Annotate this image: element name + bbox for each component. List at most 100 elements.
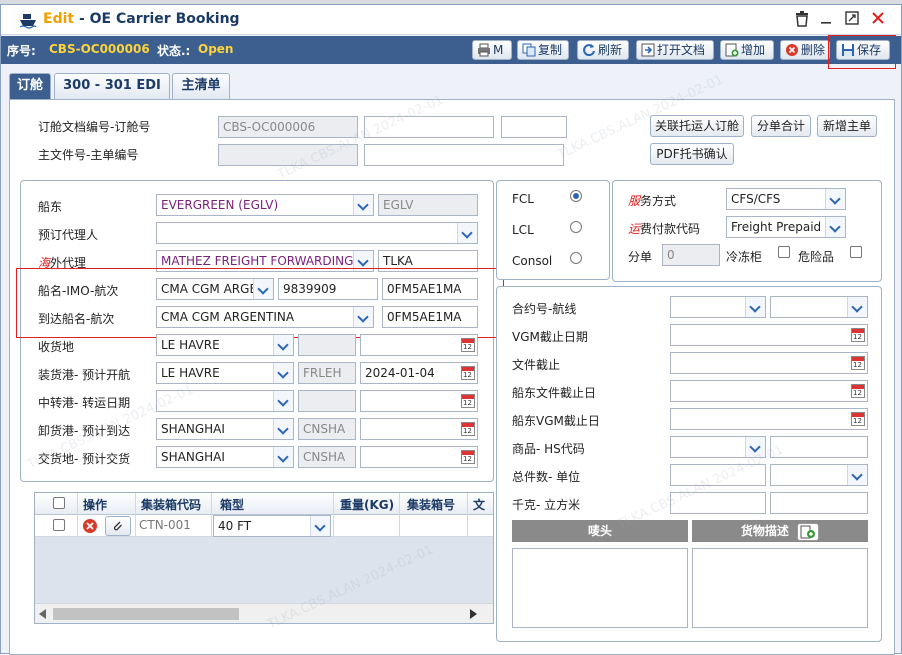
arrival-voyage-field[interactable]: 0FM5AE1MA: [382, 306, 478, 328]
split-count-field[interactable]: 0: [662, 244, 720, 266]
pod-code-field[interactable]: CNSHA: [298, 418, 356, 440]
container-code-cell: CTN-001: [139, 518, 191, 532]
link-shipper-booking-button[interactable]: 关联托运人订舱: [650, 115, 744, 137]
split-sum-button[interactable]: 分单合计: [751, 115, 811, 137]
container-type-select[interactable]: 40 FT: [213, 515, 331, 537]
add-button[interactable]: 增加: [720, 40, 774, 60]
etd-field[interactable]: 2024-01-04: [360, 362, 478, 384]
doc-cutoff-field[interactable]: [670, 352, 868, 374]
row-checkbox[interactable]: [53, 519, 65, 531]
table-row[interactable]: CTN-001 40 FT: [35, 515, 493, 537]
scroll-thumb[interactable]: [53, 608, 239, 620]
tab-edi[interactable]: 300 - 301 EDI: [54, 73, 170, 99]
dg-checkbox[interactable]: [850, 246, 862, 258]
carrier-doc-cutoff-field[interactable]: [670, 380, 868, 402]
imo-field[interactable]: 9839909: [278, 278, 378, 300]
print-button[interactable]: M: [472, 40, 512, 60]
pol-code-field[interactable]: FRLEH: [298, 362, 356, 384]
etd-value: 2024-01-04: [365, 366, 435, 380]
master-bl-field[interactable]: [364, 144, 564, 166]
arrival-vessel-select[interactable]: CMA CGM ARGENTINA: [156, 306, 374, 328]
booking-extra-field[interactable]: [501, 116, 567, 138]
receipt-select[interactable]: LE HAVRE: [156, 334, 294, 356]
col-more: 文: [473, 498, 486, 512]
volume-field[interactable]: [770, 492, 868, 514]
desc-textarea[interactable]: [692, 548, 868, 628]
route-select[interactable]: [770, 296, 868, 318]
booking-no-field[interactable]: CBS-OC000006: [218, 116, 358, 138]
consol-radio[interactable]: [570, 252, 582, 264]
weight-field[interactable]: [670, 492, 766, 514]
open-doc-button[interactable]: 打开文档: [636, 40, 714, 60]
lcl-radio[interactable]: [570, 221, 582, 233]
calendar-icon[interactable]: [461, 422, 475, 436]
delivery-select[interactable]: SHANGHAI: [156, 446, 294, 468]
delivery-date-field[interactable]: [360, 446, 478, 468]
maximize-icon[interactable]: [843, 11, 861, 29]
commodity-select[interactable]: [670, 436, 766, 458]
delete-label: 删除: [801, 43, 826, 57]
fcl-radio[interactable]: [570, 190, 582, 202]
refresh-button[interactable]: 刷新: [577, 40, 629, 60]
carrier-select[interactable]: EVERGREEN (EGLV): [156, 194, 374, 216]
receipt-code-field[interactable]: [298, 334, 356, 356]
vgm-cutoff-field[interactable]: [670, 324, 868, 346]
attach-button[interactable]: [105, 516, 131, 536]
delivery-code-field[interactable]: CNSHA: [298, 446, 356, 468]
eta-field[interactable]: [360, 418, 478, 440]
hs-code-field[interactable]: [770, 436, 868, 458]
copy-label: 复制: [538, 43, 563, 57]
calendar-icon[interactable]: [851, 328, 865, 342]
pod-label: 卸货港- 预计到达: [38, 424, 131, 438]
calendar-icon[interactable]: [851, 356, 865, 370]
transit-code-field[interactable]: [298, 390, 356, 412]
transit-date-field[interactable]: [360, 390, 478, 412]
booking-ref-field[interactable]: [364, 116, 494, 138]
packages-field[interactable]: [670, 464, 766, 486]
contract-select[interactable]: [670, 296, 766, 318]
chevron-down-icon: [273, 447, 293, 467]
master-file-field[interactable]: [218, 144, 358, 166]
calendar-icon[interactable]: [851, 384, 865, 398]
service-select[interactable]: CFS/CFS: [726, 188, 846, 210]
calendar-icon[interactable]: [461, 338, 475, 352]
carrier-code-field[interactable]: EGLV: [378, 194, 478, 216]
calendar-icon[interactable]: [461, 366, 475, 380]
vessel-select[interactable]: CMA CGM ARGE: [156, 278, 274, 300]
add-desc-button[interactable]: [797, 522, 820, 541]
chevron-down-icon: [745, 297, 765, 317]
calendar-icon[interactable]: [461, 450, 475, 464]
tab-manifest[interactable]: 主清单: [172, 73, 230, 99]
calendar-icon[interactable]: [851, 412, 865, 426]
service-label: 服务方式: [628, 194, 677, 208]
payment-select[interactable]: Freight Prepaid: [726, 216, 846, 238]
new-master-button[interactable]: 新增主单: [817, 115, 877, 137]
tab-booking[interactable]: 订舱: [9, 73, 51, 99]
chevron-down-icon: [353, 307, 373, 327]
trash-icon[interactable]: [793, 11, 811, 29]
grid-horizontal-scrollbar[interactable]: [35, 603, 493, 623]
pdf-confirm-button[interactable]: PDF托书确认: [650, 143, 734, 165]
delete-button[interactable]: 删除: [780, 40, 830, 60]
delete-row-icon[interactable]: [82, 518, 98, 534]
booking-agent-select[interactable]: [156, 222, 478, 244]
pod-select[interactable]: SHANGHAI: [156, 418, 294, 440]
select-all-checkbox[interactable]: [53, 497, 65, 509]
marks-textarea[interactable]: [512, 548, 688, 628]
calendar-icon[interactable]: [461, 394, 475, 408]
delete-icon: [786, 44, 798, 56]
package-unit-select[interactable]: [770, 464, 868, 486]
voyage-field[interactable]: 0FM5AE1MA: [382, 278, 478, 300]
scroll-right-icon[interactable]: [469, 609, 477, 619]
copy-button[interactable]: 复制: [517, 40, 569, 60]
payment-value: Freight Prepaid: [731, 220, 822, 234]
minimize-icon[interactable]: [817, 11, 835, 29]
carrier-vgm-cutoff-field[interactable]: [670, 408, 868, 430]
marks-header: 唛头: [512, 520, 688, 542]
receipt-date-field[interactable]: [360, 334, 478, 356]
pol-select[interactable]: LE HAVRE: [156, 362, 294, 384]
scroll-left-icon[interactable]: [39, 609, 47, 619]
reefer-checkbox[interactable]: [778, 246, 790, 258]
close-icon[interactable]: [869, 11, 887, 29]
transit-select[interactable]: [156, 390, 294, 412]
